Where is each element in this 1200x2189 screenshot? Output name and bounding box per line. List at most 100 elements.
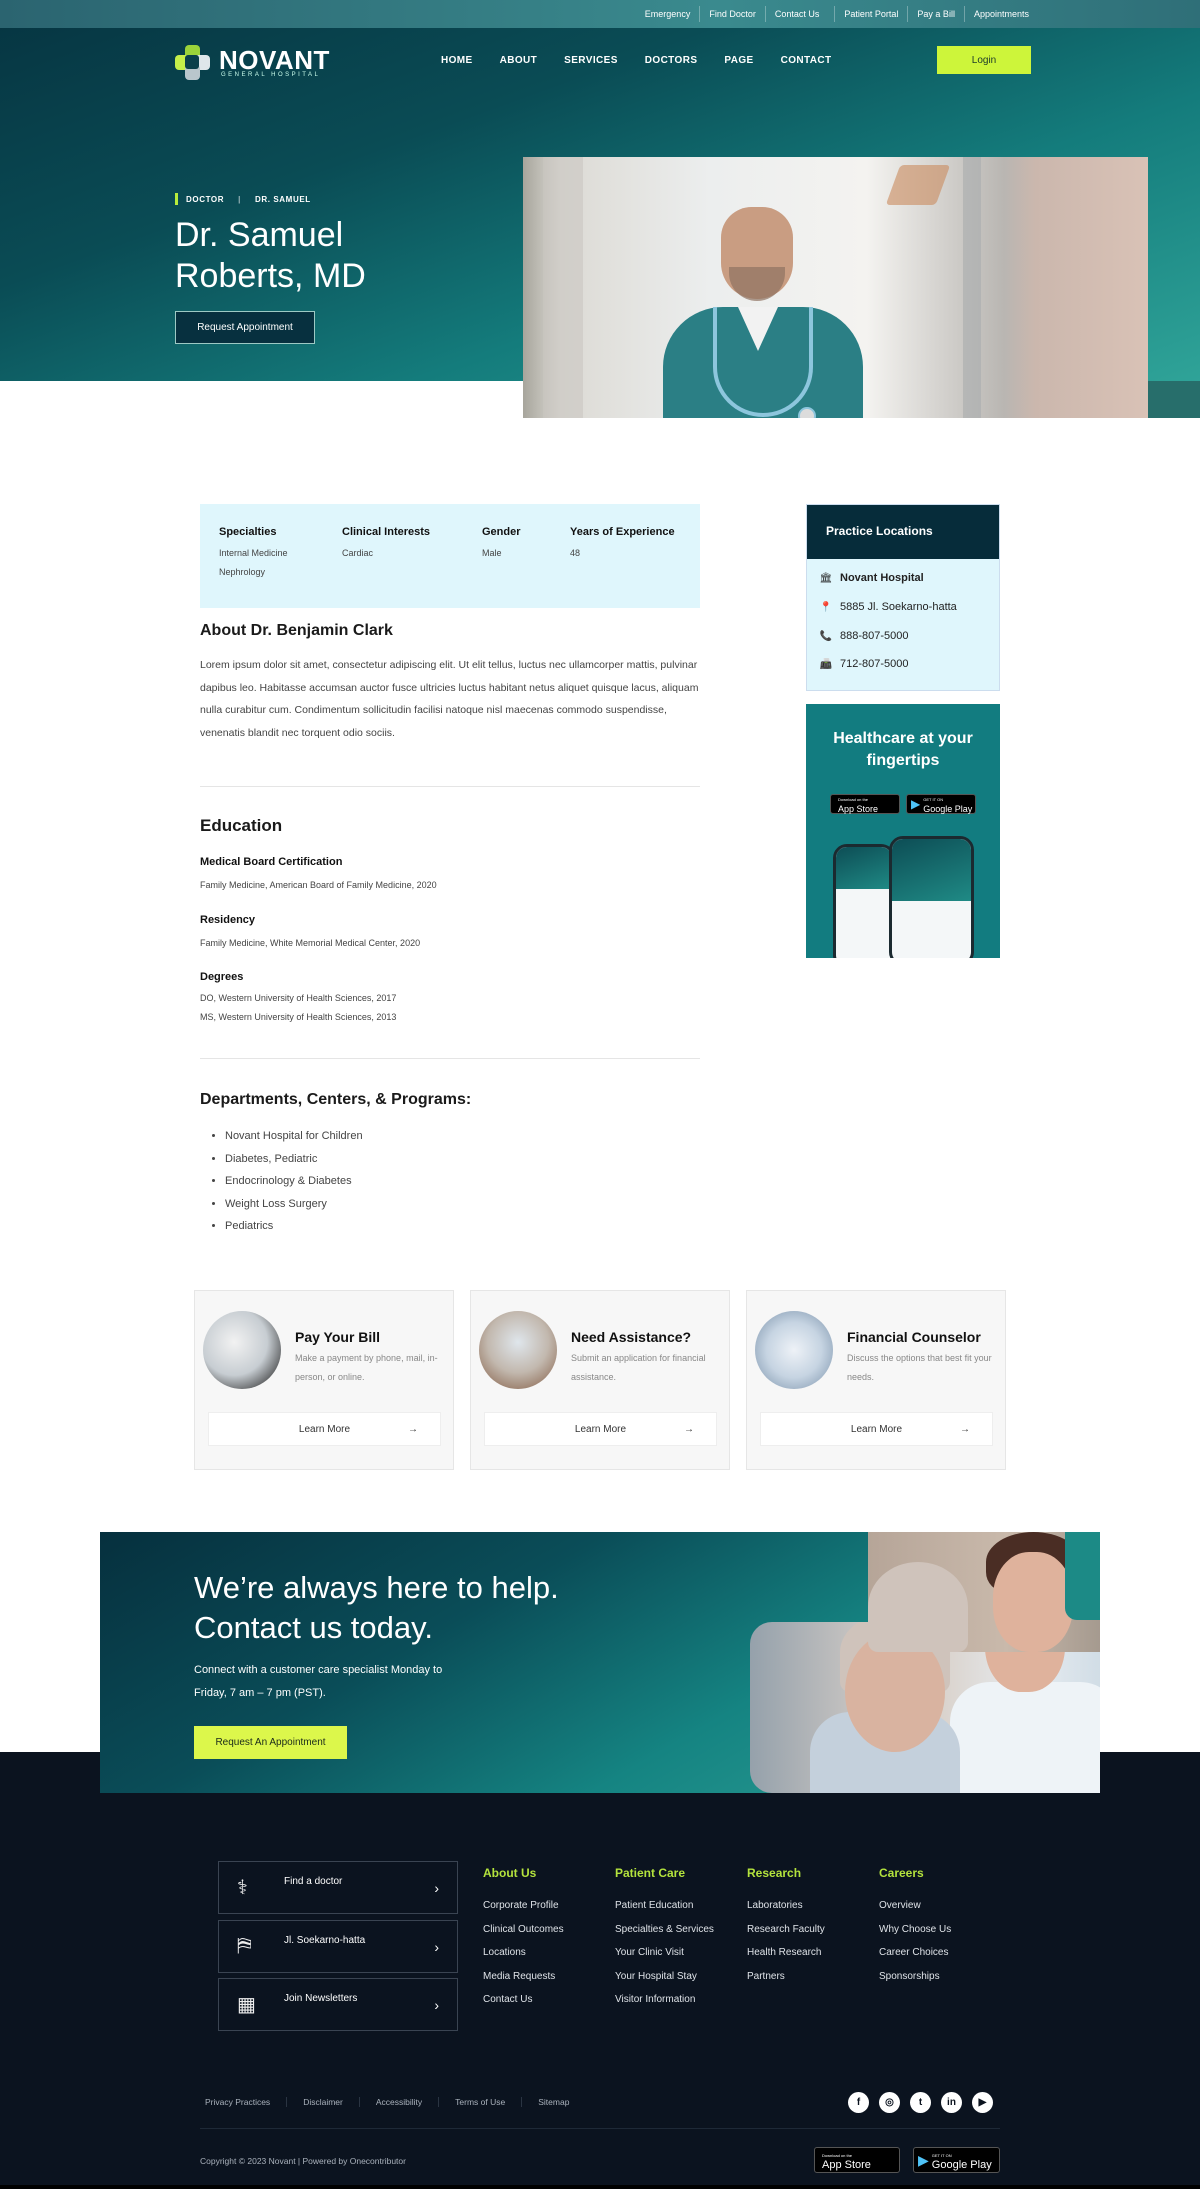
nav-doctors[interactable]: DOCTORS	[645, 55, 698, 66]
about-title: About Dr. Benjamin Clark	[200, 622, 393, 639]
footer-find-doctor[interactable]: ⚕ Find a doctor ›	[218, 1861, 458, 1914]
service-desc: Submit an application for financial assi…	[571, 1353, 706, 1382]
location-phone[interactable]: 📞 888-807-5000	[819, 630, 909, 642]
footer-google-play-badge[interactable]: ▶ GET IT ON Google Play	[913, 2147, 1000, 2173]
legal-accessibility[interactable]: Accessibility	[358, 2097, 438, 2107]
topbar-link-appointments[interactable]: Appointments	[963, 6, 1038, 22]
google-play-badge[interactable]: ▶ GET IT ON Google Play	[906, 794, 976, 814]
topbar-link-patient-portal[interactable]: Patient Portal	[834, 6, 907, 22]
practice-locations-title: Practice Locations	[807, 505, 999, 559]
list-item: Pediatrics	[225, 1215, 363, 1238]
service-card-pay-bill: Pay Your Bill Make a payment by phone, m…	[194, 1290, 454, 1470]
nav-contact[interactable]: CONTACT	[781, 55, 832, 66]
footer-link[interactable]: Health Research	[747, 1941, 825, 1965]
footer-link[interactable]: Overview	[879, 1894, 951, 1918]
topbar-link-contact[interactable]: Contact Us	[764, 6, 829, 22]
nav-page[interactable]: PAGE	[724, 55, 753, 66]
footer-link[interactable]: Patient Education	[615, 1894, 714, 1918]
footer-link[interactable]: Locations	[483, 1941, 564, 1965]
phone-icon: 📞	[819, 630, 833, 642]
footer-link[interactable]: Specialties & Services	[615, 1918, 714, 1942]
service-desc: Make a payment by phone, mail, in-person…	[295, 1353, 438, 1382]
map-location-icon: ⛿	[237, 1935, 252, 1957]
nav-services[interactable]: SERVICES	[564, 55, 618, 66]
nav-home[interactable]: HOME	[441, 55, 473, 66]
twitter-icon[interactable]: t	[910, 2092, 931, 2113]
list-item: Weight Loss Surgery	[225, 1193, 363, 1216]
footer-link[interactable]: Media Requests	[483, 1965, 564, 1989]
footer-col-careers: Careers Overview Why Choose Us Career Ch…	[879, 1866, 951, 1988]
education-line: Family Medicine, American Board of Famil…	[200, 880, 437, 890]
legal-disclaimer[interactable]: Disclaimer	[286, 2097, 359, 2107]
service-title: Pay Your Bill	[295, 1329, 381, 1345]
arrow-right-icon: →	[684, 1423, 694, 1435]
topbar-link-find-doctor[interactable]: Find Doctor	[699, 6, 765, 22]
legal-privacy[interactable]: Privacy Practices	[205, 2097, 286, 2107]
topbar-link-pay-bill[interactable]: Pay a Bill	[907, 6, 964, 22]
departments-list: Novant Hospital for Children Diabetes, P…	[225, 1125, 363, 1238]
breadcrumb-separator: |	[238, 194, 241, 204]
request-appointment-button[interactable]: Request Appointment	[175, 311, 315, 344]
learn-more-button[interactable]: Learn More →	[760, 1412, 993, 1446]
logo[interactable]: NOVANT GENERAL HOSPITAL	[175, 45, 330, 81]
legal-terms[interactable]: Terms of Use	[438, 2097, 521, 2107]
app-store-badge[interactable]: Download on the App Store	[830, 794, 900, 814]
footer-link[interactable]: Laboratories	[747, 1894, 825, 1918]
service-title: Need Assistance?	[571, 1329, 692, 1345]
newspaper-icon: ▦	[237, 1994, 256, 2016]
footer-link[interactable]: Sponsorships	[879, 1965, 951, 1989]
footer-link[interactable]: Corporate Profile	[483, 1894, 564, 1918]
info-gender: Gender Male	[482, 526, 521, 558]
breadcrumb-doctor[interactable]: DOCTOR	[186, 195, 224, 204]
facebook-icon[interactable]: f	[848, 2092, 869, 2113]
service-card-financial: Financial Counselor Discuss the options …	[746, 1290, 1006, 1470]
footer-app-store-badge[interactable]: Download on the App Store	[814, 2147, 900, 2173]
service-image	[479, 1311, 557, 1389]
nav-about[interactable]: ABOUT	[500, 55, 538, 66]
learn-more-button[interactable]: Learn More →	[208, 1412, 441, 1446]
chevron-right-icon: ›	[434, 1879, 439, 1896]
doctor-photo	[523, 157, 1148, 418]
footer-link[interactable]: Research Faculty	[747, 1918, 825, 1942]
service-desc: Discuss the options that best fit your n…	[847, 1353, 992, 1382]
request-an-appointment-button[interactable]: Request An Appointment	[194, 1726, 347, 1759]
list-item: Novant Hospital for Children	[225, 1125, 363, 1148]
breadcrumb: DOCTOR | DR. SAMUEL	[175, 193, 311, 205]
legal-sitemap[interactable]: Sitemap	[521, 2097, 585, 2107]
footer-link[interactable]: Your Clinic Visit	[615, 1941, 714, 1965]
footer-link[interactable]: Your Hospital Stay	[615, 1965, 714, 1989]
learn-more-button[interactable]: Learn More →	[484, 1412, 717, 1446]
footer-link[interactable]: Partners	[747, 1965, 825, 1989]
bottom-edge	[0, 2185, 1200, 2189]
map-pin-icon: 📍	[819, 601, 833, 613]
footer-link[interactable]: Visitor Information	[615, 1988, 714, 2012]
departments-title: Departments, Centers, & Programs:	[200, 1091, 472, 1108]
topbar-link-emergency[interactable]: Emergency	[636, 6, 700, 22]
doctor-info-box: Specialties Internal Medicine Nephrology…	[200, 504, 700, 608]
app-promo-title: Healthcare at your fingertips	[833, 730, 973, 769]
service-image	[203, 1311, 281, 1389]
linkedin-icon[interactable]: in	[941, 2092, 962, 2113]
logo-name: NOVANT	[219, 45, 330, 75]
instagram-icon[interactable]: ◎	[879, 2092, 900, 2113]
info-experience: Years of Experience 48	[570, 526, 675, 558]
info-clinical-interests: Clinical Interests Cardiac	[342, 526, 431, 558]
cta-title: We’re always here to help. Contact us to…	[194, 1570, 559, 1645]
info-specialties: Specialties Internal Medicine Nephrology	[219, 526, 288, 577]
footer-link[interactable]: Career Choices	[879, 1941, 951, 1965]
footer-col-research: Research Laboratories Research Faculty H…	[747, 1866, 825, 1988]
login-button[interactable]: Login	[937, 46, 1031, 74]
footer-link[interactable]: Why Choose Us	[879, 1918, 951, 1942]
google-play-icon: ▶	[911, 797, 921, 811]
stethoscope-icon: ⚕	[237, 1877, 248, 1899]
footer-location[interactable]: ⛿ Jl. Soekarno-hatta ›	[218, 1920, 458, 1973]
divider	[200, 1058, 700, 1059]
list-item: Diabetes, Pediatric	[225, 1148, 363, 1171]
education-line: Family Medicine, White Memorial Medical …	[200, 938, 421, 948]
footer-link[interactable]: Clinical Outcomes	[483, 1918, 564, 1942]
footer-link[interactable]: Contact Us	[483, 1988, 564, 2012]
divider	[200, 786, 700, 787]
logo-cross-icon	[175, 45, 211, 81]
footer-newsletters[interactable]: ▦ Join Newsletters ›	[218, 1978, 458, 2031]
youtube-icon[interactable]: ▶	[972, 2092, 993, 2113]
